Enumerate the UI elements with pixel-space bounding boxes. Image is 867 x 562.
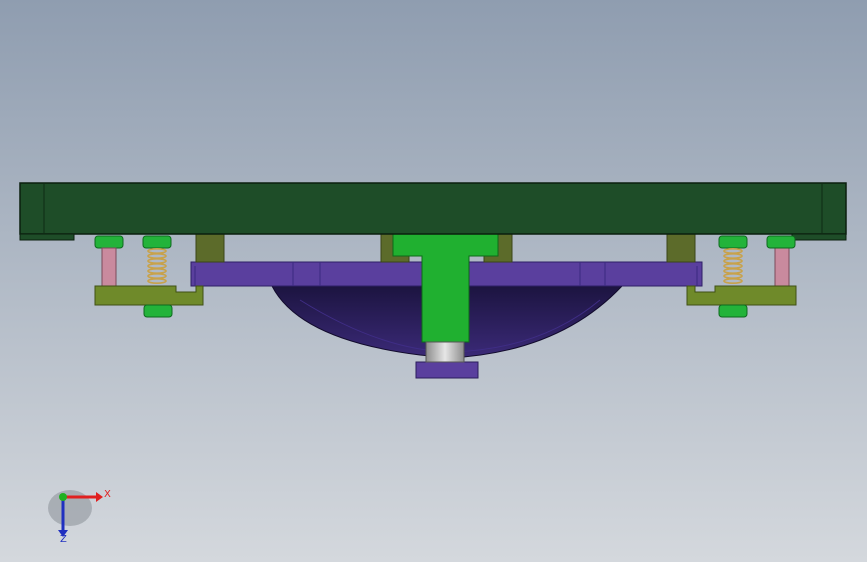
cad-graphics-viewport[interactable]: X Z	[0, 0, 867, 562]
triad-shadow	[48, 490, 92, 526]
punch-bushing[interactable]	[425, 341, 465, 363]
base-plate[interactable]	[19, 182, 847, 235]
base-plate-foot-left	[19, 233, 75, 241]
left-nut-top-b[interactable]	[142, 235, 172, 249]
model-canvas[interactable]: X Z	[0, 0, 867, 562]
right-nut-top-a[interactable]	[718, 235, 748, 249]
left-nut-top-a[interactable]	[94, 235, 124, 249]
z-axis-label: Z	[60, 534, 67, 545]
post-left[interactable]	[195, 233, 225, 263]
bottom-cap[interactable]	[415, 361, 479, 379]
right-pin[interactable]	[774, 247, 790, 287]
left-pin[interactable]	[101, 247, 117, 287]
base-plate-foot-right	[791, 233, 847, 241]
left-nut-bottom[interactable]	[143, 304, 173, 318]
post-right[interactable]	[666, 233, 696, 263]
right-nut-bottom[interactable]	[718, 304, 748, 318]
x-axis-label: X	[104, 489, 111, 500]
right-nut-top-b[interactable]	[766, 235, 796, 249]
y-axis-dot	[59, 493, 67, 501]
